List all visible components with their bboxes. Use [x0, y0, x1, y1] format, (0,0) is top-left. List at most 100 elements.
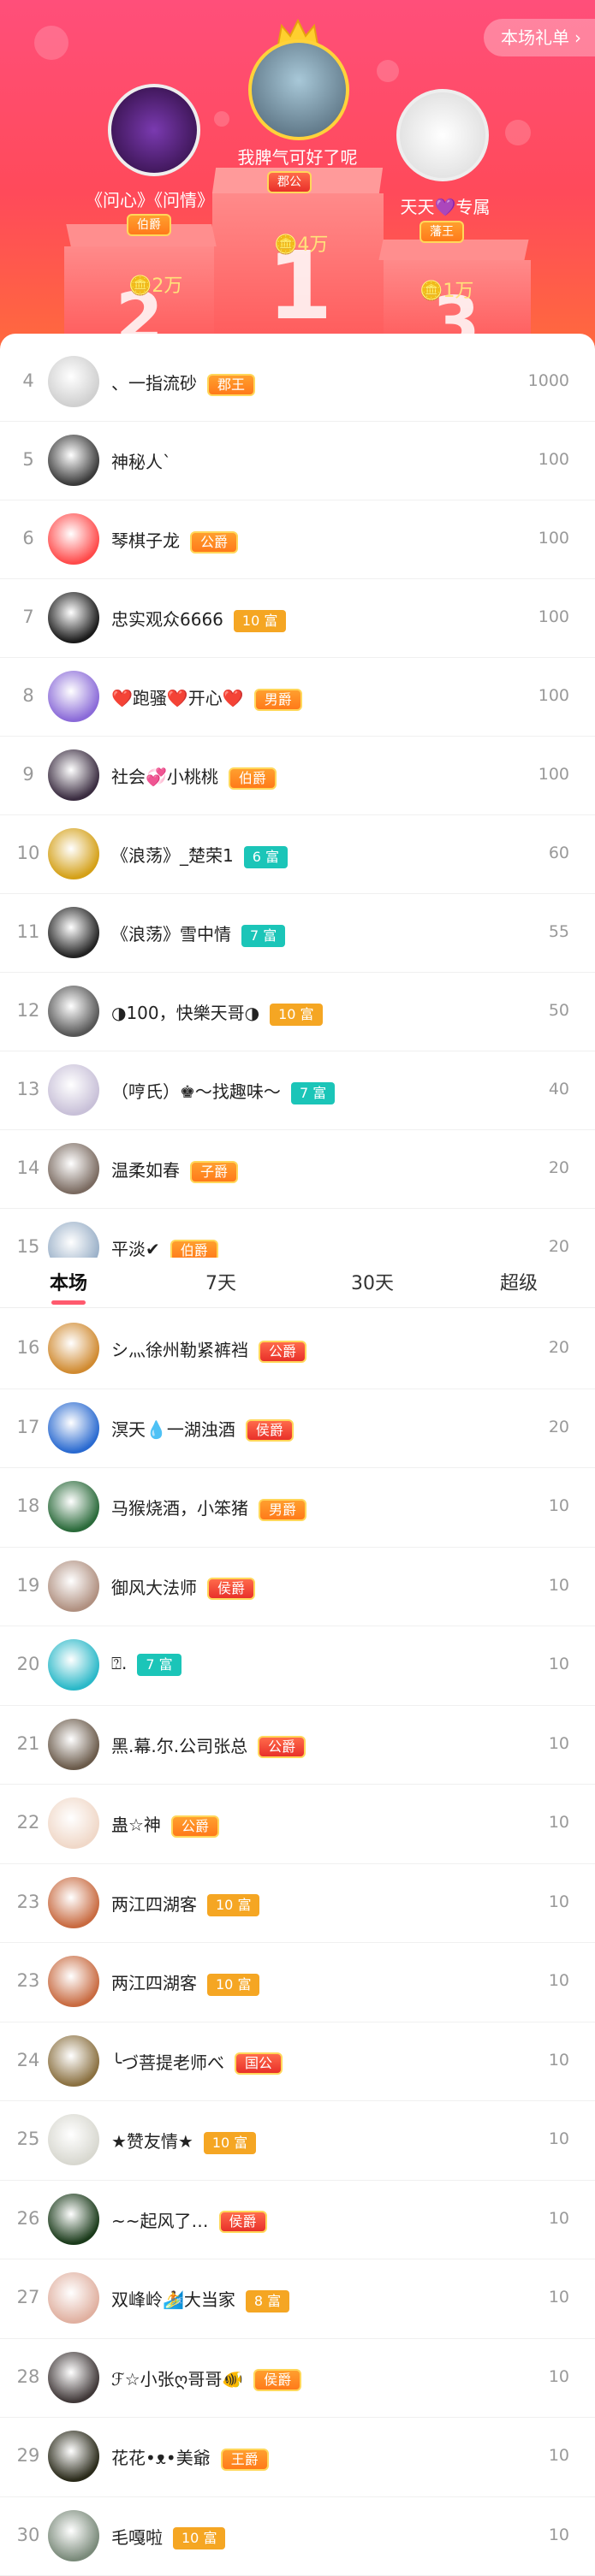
user-name-line: 两江四湖客10 富	[111, 1969, 259, 1996]
user-name: 溟天💧一湖浊酒	[111, 1419, 235, 1440]
tab-30-days[interactable]: 30天	[351, 1268, 394, 1295]
ranking-row[interactable]: 27双峰岭🏄大当家8 富10	[0, 2259, 595, 2339]
chevron-right-icon: ›	[574, 27, 581, 48]
ranking-row[interactable]: 18马猴烧酒，小笨猪男爵10	[0, 1467, 595, 1548]
ranking-row[interactable]: 26~~起风了…侯爵10	[0, 2180, 595, 2260]
ranking-row[interactable]: 10《浪荡》_楚荣16 富60	[0, 814, 595, 894]
user-name-line: ❤️跑骚❤️开心❤️男爵	[111, 684, 302, 711]
avatar[interactable]	[48, 2272, 99, 2324]
user-name: ★赞友情★	[111, 2131, 193, 2152]
ranking-row[interactable]: 7忠实观众666610 富100	[0, 578, 595, 658]
user-name: シ灬徐州勒紧裤裆	[111, 1340, 248, 1360]
rank-badge: 公爵	[171, 1815, 219, 1838]
user-name: 社会💞小桃桃	[111, 767, 218, 787]
ranking-row[interactable]: 28ℱ☆小张ღ哥哥🐠侯爵10	[0, 2338, 595, 2419]
rank-number: 12	[15, 1000, 41, 1021]
contribution-score: 10	[549, 1971, 569, 1990]
avatar[interactable]	[48, 749, 99, 801]
avatar[interactable]	[48, 2035, 99, 2087]
user-name-line: 蛊☆神公爵	[111, 1811, 219, 1838]
rank-number: 13	[15, 1079, 41, 1099]
ranking-row[interactable]: 23两江四湖客10 富10	[0, 1942, 595, 2022]
ranking-row[interactable]: 20⍰.7 富10	[0, 1626, 595, 1706]
avatar[interactable]	[48, 1877, 99, 1928]
avatar[interactable]	[48, 356, 99, 407]
avatar[interactable]	[48, 2194, 99, 2245]
user-name: 双峰岭🏄大当家	[111, 2289, 235, 2310]
top1-avatar[interactable]	[248, 39, 349, 140]
top1-score: 4万	[297, 234, 328, 256]
avatar[interactable]	[48, 1797, 99, 1849]
ranking-row[interactable]: 4、一指流砂郡王1000	[0, 342, 595, 422]
ranking-row[interactable]: 13（哼氏）♚～找趣味～7 富40	[0, 1051, 595, 1130]
avatar[interactable]	[48, 1143, 99, 1194]
rank-badge: 侯爵	[253, 2369, 301, 2391]
ranking-row[interactable]: 25★赞友情★10 富10	[0, 2100, 595, 2181]
ranking-row[interactable]: 24╰づ菩提老师べ国公10	[0, 2022, 595, 2102]
ranking-row[interactable]: 29花花•ᴥ•美爺王爵10	[0, 2417, 595, 2497]
user-name: 马猴烧酒，小笨猪	[111, 1498, 248, 1519]
rank-number: 15	[15, 1236, 41, 1257]
tab-current[interactable]: 本场	[50, 1268, 87, 1295]
rank-badge: 男爵	[254, 689, 302, 711]
ranking-row[interactable]: 12◑100，快樂天哥◑10 富50	[0, 972, 595, 1051]
user-name-line: 花花•ᴥ•美爺王爵	[111, 2444, 269, 2471]
rank-number: 24	[15, 2050, 41, 2070]
avatar[interactable]	[48, 986, 99, 1037]
avatar[interactable]	[48, 1560, 99, 1612]
avatar[interactable]	[48, 1402, 99, 1454]
avatar[interactable]	[48, 513, 99, 565]
ranking-row[interactable]: 14温柔如春子爵20	[0, 1129, 595, 1209]
ranking-row[interactable]: 5神秘人`100	[0, 421, 595, 500]
rank-badge: 公爵	[258, 1736, 306, 1758]
ranking-row[interactable]: 11《浪荡》雪中情7 富55	[0, 893, 595, 973]
ranking-row[interactable]: 16シ灬徐州勒紧裤裆公爵20	[0, 1309, 595, 1389]
avatar[interactable]	[48, 1956, 99, 2007]
user-name: 平淡✔	[111, 1239, 160, 1259]
user-name-line: ⍰.7 富	[111, 1653, 181, 1676]
tab-7-days[interactable]: 7天	[205, 1268, 236, 1295]
contribution-score: 100	[538, 450, 569, 469]
rank-badge: 10 富	[207, 1894, 259, 1916]
avatar[interactable]	[48, 2352, 99, 2403]
rank-badge: 7 富	[241, 925, 285, 947]
avatar[interactable]	[48, 1064, 99, 1116]
avatar[interactable]	[48, 1481, 99, 1532]
ceremony-list-button[interactable]: 本场礼单›	[484, 19, 595, 56]
contribution-score: 10	[549, 2051, 569, 2070]
ranking-row[interactable]: 19御风大法师侯爵10	[0, 1547, 595, 1627]
avatar[interactable]	[48, 435, 99, 486]
avatar[interactable]	[48, 2114, 99, 2165]
avatar[interactable]	[48, 1323, 99, 1374]
user-name-line: 忠实观众666610 富	[111, 606, 286, 632]
avatar[interactable]	[48, 828, 99, 879]
avatar[interactable]	[48, 1719, 99, 1770]
avatar[interactable]	[48, 592, 99, 643]
user-name: ⍰.	[111, 1653, 127, 1673]
avatar[interactable]	[48, 2510, 99, 2561]
avatar[interactable]	[48, 907, 99, 958]
ranking-row[interactable]: 23两江四湖客10 富10	[0, 1863, 595, 1944]
contribution-score: 20	[549, 1338, 569, 1357]
ranking-row[interactable]: 21黑.幕.尔.公司张总公爵10	[0, 1705, 595, 1785]
user-name: 琴棋子龙	[111, 530, 180, 551]
ranking-row[interactable]: 6琴棋子龙公爵100	[0, 500, 595, 579]
avatar[interactable]	[48, 671, 99, 722]
rank-number: 29	[15, 2445, 41, 2466]
top3-avatar[interactable]	[396, 89, 489, 181]
user-name: ╰づ菩提老师べ	[111, 2052, 224, 2073]
user-name: 黑.幕.尔.公司张总	[111, 1736, 247, 1756]
ranking-row[interactable]: 8❤️跑骚❤️开心❤️男爵100	[0, 657, 595, 737]
ranking-row[interactable]: 22蛊☆神公爵10	[0, 1784, 595, 1864]
rank-badge: 伯爵	[229, 767, 277, 790]
user-name-line: 温柔如春子爵	[111, 1157, 238, 1183]
tab-super[interactable]: 超级	[500, 1268, 538, 1295]
top2-avatar[interactable]	[108, 84, 200, 176]
ranking-row[interactable]: 17溟天💧一湖浊酒侯爵20	[0, 1389, 595, 1469]
avatar[interactable]	[48, 1639, 99, 1691]
ranking-row[interactable]: 30毛嘎啦10 富10	[0, 2496, 595, 2576]
user-name: ◑100，快樂天哥◑	[111, 1003, 259, 1023]
avatar[interactable]	[48, 2431, 99, 2482]
ranking-row[interactable]: 9社会💞小桃桃伯爵100	[0, 736, 595, 815]
contribution-score: 100	[538, 686, 569, 705]
